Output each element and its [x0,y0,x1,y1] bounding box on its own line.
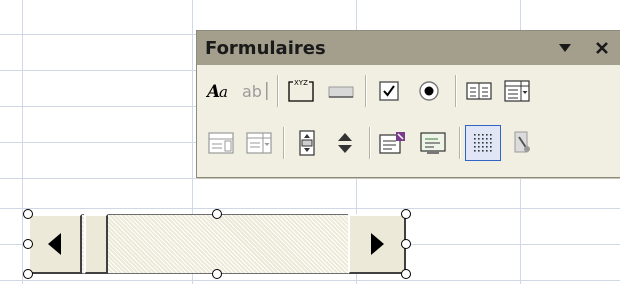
resize-handle-top-right[interactable] [401,209,411,219]
list-box-tool-icon [466,82,492,100]
left-arrow-icon [48,233,61,255]
run-dialog-button[interactable] [505,125,541,161]
row-gridline [0,280,620,281]
toolbar-separator [369,127,371,159]
edit-box-tool-button[interactable]: ab [239,73,275,109]
svg-text:XYZ: XYZ [294,79,308,87]
combination-dropdown-edit-icon [246,132,272,154]
resize-handle-left[interactable] [23,239,33,249]
toolbar-row-2 [203,121,620,165]
label-tool-button[interactable]: A a [203,73,239,109]
combination-list-edit-button[interactable] [203,125,239,161]
combination-dropdown-edit-button[interactable] [241,125,277,161]
resize-handle-top[interactable] [212,209,222,219]
scroll-bar-tool-button[interactable] [289,125,325,161]
resize-handle-top-left[interactable] [23,209,33,219]
toolbar-separator [277,75,279,107]
resize-handle-bottom-right[interactable] [401,269,411,279]
edit-code-button[interactable] [415,125,451,161]
close-icon [596,42,608,54]
control-properties-button[interactable] [375,125,411,161]
group-box-tool-button[interactable]: XYZ [283,73,319,109]
run-dialog-icon [514,131,530,153]
resize-handle-right[interactable] [401,239,411,249]
checkbox-tool-button[interactable] [371,73,407,109]
combo-box-tool-icon [504,80,530,102]
svg-text:a: a [219,83,228,101]
combination-list-edit-icon [208,132,234,154]
toolbar-title-bar[interactable]: Formulaires [197,31,620,65]
control-properties-icon [379,132,405,154]
chevron-down-icon [559,44,571,52]
edit-code-icon [420,132,446,154]
spinner-tool-icon [338,133,352,153]
svg-text:ab: ab [242,82,262,101]
spinner-tool-button[interactable] [327,125,363,161]
button-tool-icon [328,86,354,98]
label-tool-icon: A a [206,82,228,102]
scroll-left-button[interactable] [28,214,82,274]
toolbar-options-button[interactable] [552,35,578,61]
option-button-tool-button[interactable] [411,73,447,109]
scroll-bar-control[interactable] [23,209,411,279]
button-tool-button[interactable] [323,73,359,109]
toolbar-title: Formulaires [205,37,326,59]
resize-handle-bottom-left[interactable] [23,269,33,279]
forms-toolbar[interactable]: Formulaires A a ab XYZ [196,30,620,178]
toggle-grid-icon [474,134,492,152]
toggle-grid-button[interactable] [465,125,501,161]
scroll-bar-tool-icon [299,130,315,156]
toolbar-separator [365,75,367,107]
list-box-tool-button[interactable] [461,73,497,109]
scroll-right-button[interactable] [348,214,406,274]
row-gridline [0,178,620,179]
toolbar-separator [459,127,461,159]
edit-box-tool-icon: ab [242,82,268,101]
group-box-tool-icon: XYZ [288,79,314,102]
combo-box-tool-button[interactable] [499,73,535,109]
toolbar-close-button[interactable] [589,35,615,61]
toolbar-separator [455,75,457,107]
right-arrow-icon [371,233,384,255]
scroll-thumb[interactable] [84,214,108,274]
resize-handle-bottom[interactable] [212,269,222,279]
toolbar-separator [283,127,285,159]
option-button-tool-icon [419,81,439,101]
toolbar-row-1: A a ab XYZ [203,69,620,113]
row-gridline [0,208,620,209]
checkbox-tool-icon [379,81,399,101]
